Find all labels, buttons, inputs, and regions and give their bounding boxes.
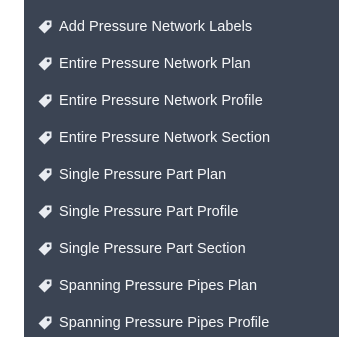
menu-item-label: Spanning Pressure Pipes Profile	[59, 314, 270, 331]
tag-icon	[37, 204, 53, 220]
tag-icon	[37, 167, 53, 183]
menu-item-label: Single Pressure Part Plan	[59, 166, 227, 183]
menu-item-label: Spanning Pressure Pipes Plan	[59, 277, 258, 294]
menu-item-spanning-pressure-pipes-profile[interactable]: Spanning Pressure Pipes Profile	[24, 304, 339, 341]
tag-icon	[37, 278, 53, 294]
menu-item-entire-pressure-network-profile[interactable]: Entire Pressure Network Profile	[24, 82, 339, 119]
tag-icon	[37, 315, 53, 331]
menu-item-single-pressure-part-profile[interactable]: Single Pressure Part Profile	[24, 193, 339, 230]
menu-item-entire-pressure-network-plan[interactable]: Entire Pressure Network Plan	[24, 45, 339, 82]
tag-icon	[37, 130, 53, 146]
menu-item-single-pressure-part-plan[interactable]: Single Pressure Part Plan	[24, 156, 339, 193]
dropdown-menu: Add Pressure Network Labels Entire Press…	[24, 0, 339, 337]
tag-icon	[37, 56, 53, 72]
tag-icon	[37, 19, 53, 35]
menu-item-label: Single Pressure Part Profile	[59, 203, 239, 220]
tag-icon	[37, 241, 53, 257]
menu-item-label: Add Pressure Network Labels	[59, 18, 253, 35]
menu-item-single-pressure-part-section[interactable]: Single Pressure Part Section	[24, 230, 339, 267]
menu-item-label: Entire Pressure Network Section	[59, 129, 271, 146]
menu-item-label: Entire Pressure Network Profile	[59, 92, 263, 109]
menu-item-add-pressure-network-labels[interactable]: Add Pressure Network Labels	[24, 8, 339, 45]
menu-item-label: Entire Pressure Network Plan	[59, 55, 251, 72]
menu-item-entire-pressure-network-section[interactable]: Entire Pressure Network Section	[24, 119, 339, 156]
menu-item-label: Single Pressure Part Section	[59, 240, 246, 257]
tag-icon	[37, 93, 53, 109]
menu-item-spanning-pressure-pipes-plan[interactable]: Spanning Pressure Pipes Plan	[24, 267, 339, 304]
